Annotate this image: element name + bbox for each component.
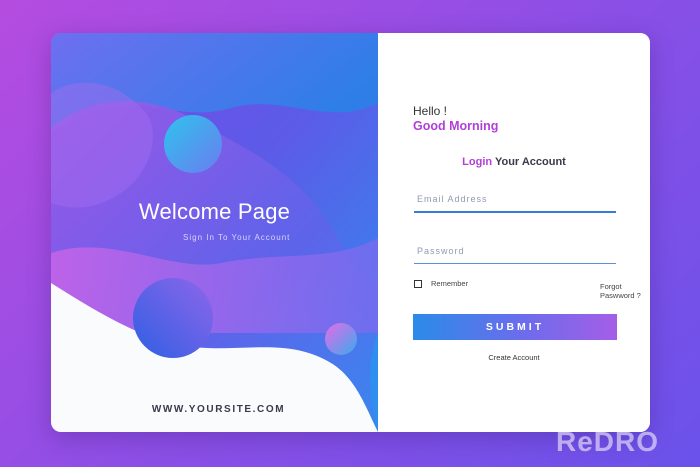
password-input[interactable] <box>414 239 616 263</box>
decorative-circle-large <box>133 278 213 358</box>
password-field <box>414 239 616 264</box>
welcome-panel: Welcome Page Sign In To Your Account WWW… <box>51 33 378 432</box>
email-input[interactable] <box>414 187 616 211</box>
login-heading-accent: Login <box>462 156 493 168</box>
remember-option[interactable]: Remember <box>414 279 468 288</box>
remember-label: Remember <box>431 279 469 288</box>
login-heading-rest: Your Account <box>492 156 566 168</box>
login-panel: Hello ! Good Morning Login Your Account … <box>378 33 650 432</box>
forgot-password-link[interactable]: Forgot Paswword ? <box>600 282 650 300</box>
login-card: Welcome Page Sign In To Your Account WWW… <box>51 33 650 432</box>
greeting-text: Good Morning <box>413 119 499 133</box>
create-account-link[interactable]: Create Account <box>378 353 650 362</box>
welcome-subtitle: Sign In To Your Account <box>183 233 291 242</box>
hello-text: Hello ! <box>413 104 448 118</box>
watermark-logo: ReDRO <box>556 426 660 457</box>
decorative-circle-top <box>164 115 222 173</box>
submit-button[interactable]: SUBMIT <box>413 314 617 340</box>
welcome-title: Welcome Page <box>138 199 291 224</box>
remember-checkbox[interactable] <box>414 279 422 288</box>
decorative-circle-small <box>325 323 357 355</box>
site-url: WWW.YOURSITE.COM <box>151 404 286 415</box>
login-heading: Login Your Account <box>378 156 650 168</box>
email-field <box>414 187 616 213</box>
